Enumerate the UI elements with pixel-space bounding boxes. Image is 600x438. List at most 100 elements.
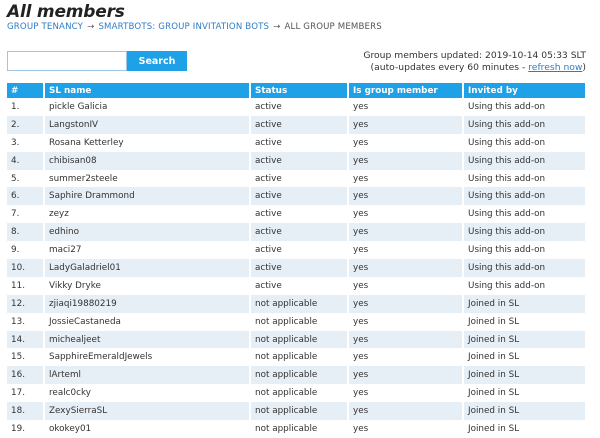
status-cell: not applicable <box>250 312 349 331</box>
invited-by-cell: Using this add-on <box>463 151 585 170</box>
col-header-sl-name[interactable]: SL name <box>44 83 251 98</box>
sl-name-cell: SapphireEmeraldJewels <box>44 348 251 367</box>
is-group-member-cell: yes <box>348 223 464 242</box>
row-number-cell: 6. <box>7 187 45 206</box>
sl-name-cell: ZexySierraSL <box>44 402 251 421</box>
sl-name-cell: okokey01 <box>44 420 251 438</box>
status-cell: active <box>250 151 349 170</box>
table-row: 12. zjiaqi19880219 not applicable yes Joined… <box>7 294 585 313</box>
row-number-cell: 14. <box>7 330 45 349</box>
row-number-cell: 12. <box>7 294 45 313</box>
table-row: 15. SapphireEmeraldJewels not applicable ye… <box>7 348 585 367</box>
is-group-member-cell: yes <box>348 187 464 206</box>
search-input[interactable] <box>7 51 127 71</box>
table-row: 17. realc0cky not applicable yes Joined in S… <box>7 384 585 403</box>
auto-update-note: (auto-updates every 60 minutes - refresh… <box>370 62 586 73</box>
breadcrumb-arrow-icon: → <box>273 22 281 32</box>
table-row: 2. LangstonIV active yes Using this add-on <box>7 115 585 134</box>
page-title: All members <box>7 2 125 22</box>
breadcrumb-item[interactable]: GROUP TENANCY <box>7 22 83 32</box>
table-row: 6. Saphire Drammond active yes Using this ad… <box>7 187 585 206</box>
row-number-cell: 13. <box>7 312 45 331</box>
sl-name-cell: zjiaqi19880219 <box>44 294 251 313</box>
table-body: 1. pickle Galicia active yes Using this add-… <box>7 98 585 438</box>
is-group-member-cell: yes <box>348 294 464 313</box>
table-row: 19. okokey01 not applicable yes Joined in SL <box>7 420 585 438</box>
row-number-cell: 2. <box>7 115 45 134</box>
sl-name-cell: summer2steele <box>44 169 251 188</box>
col-header-status[interactable]: Status <box>250 83 349 98</box>
status-cell: active <box>250 115 349 134</box>
row-number-cell: 1. <box>7 98 45 116</box>
table-row: 16. lArteml not applicable yes Joined in SL <box>7 366 585 385</box>
status-cell: active <box>250 133 349 152</box>
row-number-cell: 16. <box>7 366 45 385</box>
status-cell: active <box>250 205 349 224</box>
status-cell: not applicable <box>250 366 349 385</box>
row-number-cell: 3. <box>7 133 45 152</box>
sl-name-cell: Vikky Dryke <box>44 276 251 295</box>
status-cell: active <box>250 241 349 260</box>
status-cell: active <box>250 187 349 206</box>
invited-by-cell: Joined in SL <box>463 402 585 421</box>
col-header-is-member[interactable]: Is group member <box>348 83 464 98</box>
status-cell: not applicable <box>250 294 349 313</box>
invited-by-cell: Using this add-on <box>463 241 585 260</box>
invited-by-cell: Joined in SL <box>463 366 585 385</box>
table-row: 1. pickle Galicia active yes Using this add-… <box>7 98 585 116</box>
is-group-member-cell: yes <box>348 98 464 116</box>
table-row: 7. zeyz active yes Using this add-on <box>7 205 585 224</box>
table-row: 4. chibisan08 active yes Using this add-on <box>7 151 585 170</box>
invited-by-cell: Joined in SL <box>463 330 585 349</box>
invited-by-cell: Joined in SL <box>463 348 585 367</box>
row-number-cell: 10. <box>7 259 45 277</box>
invited-by-cell: Using this add-on <box>463 187 585 206</box>
table-row: 13. JossieCastaneda not applicable yes Joine… <box>7 312 585 331</box>
sl-name-cell: lArteml <box>44 366 251 385</box>
is-group-member-cell: yes <box>348 133 464 152</box>
is-group-member-cell: yes <box>348 205 464 224</box>
sl-name-cell: chibisan08 <box>44 151 251 170</box>
is-group-member-cell: yes <box>348 241 464 260</box>
is-group-member-cell: yes <box>348 384 464 403</box>
invited-by-cell: Using this add-on <box>463 115 585 134</box>
breadcrumb-item[interactable]: SMARTBOTS: GROUP INVITATION BOTS <box>98 22 269 32</box>
col-header-invited-by[interactable]: Invited by <box>463 83 585 98</box>
is-group-member-cell: yes <box>348 151 464 170</box>
table-header-row: # SL name Status Is group member Invited by <box>7 83 585 98</box>
sl-name-cell: pickle Galicia <box>44 98 251 116</box>
breadcrumb: GROUP TENANCY → SMARTBOTS: GROUP INVITATIO… <box>7 22 382 32</box>
table-row: 14. michealjeet not applicable yes Joined in… <box>7 330 585 349</box>
search-button[interactable]: Search <box>127 51 187 71</box>
is-group-member-cell: yes <box>348 115 464 134</box>
sl-name-cell: JossieCastaneda <box>44 312 251 331</box>
invited-by-cell: Joined in SL <box>463 420 585 438</box>
sl-name-cell: Saphire Drammond <box>44 187 251 206</box>
status-cell: not applicable <box>250 348 349 367</box>
is-group-member-cell: yes <box>348 402 464 421</box>
invited-by-cell: Using this add-on <box>463 223 585 242</box>
table-row: 11. Vikky Dryke active yes Using this add-on <box>7 276 585 295</box>
row-number-cell: 11. <box>7 276 45 295</box>
sl-name-cell: LangstonIV <box>44 115 251 134</box>
row-number-cell: 8. <box>7 223 45 242</box>
is-group-member-cell: yes <box>348 259 464 277</box>
invited-by-cell: Using this add-on <box>463 205 585 224</box>
refresh-now-link[interactable]: refresh now <box>528 62 582 73</box>
sl-name-cell: edhino <box>44 223 251 242</box>
is-group-member-cell: yes <box>348 420 464 438</box>
row-number-cell: 19. <box>7 420 45 438</box>
row-number-cell: 7. <box>7 205 45 224</box>
breadcrumb-arrow-icon: → <box>87 22 95 32</box>
sl-name-cell: maci27 <box>44 241 251 260</box>
table-row: 8. edhino active yes Using this add-on <box>7 223 585 242</box>
row-number-cell: 4. <box>7 151 45 170</box>
status-cell: not applicable <box>250 384 349 403</box>
is-group-member-cell: yes <box>348 330 464 349</box>
update-info: Group members updated: 2019-10-14 05:33 … <box>363 50 586 74</box>
row-number-cell: 5. <box>7 169 45 188</box>
sl-name-cell: michealjeet <box>44 330 251 349</box>
col-header-number[interactable]: # <box>7 83 45 98</box>
invited-by-cell: Using this add-on <box>463 259 585 277</box>
status-cell: not applicable <box>250 402 349 421</box>
